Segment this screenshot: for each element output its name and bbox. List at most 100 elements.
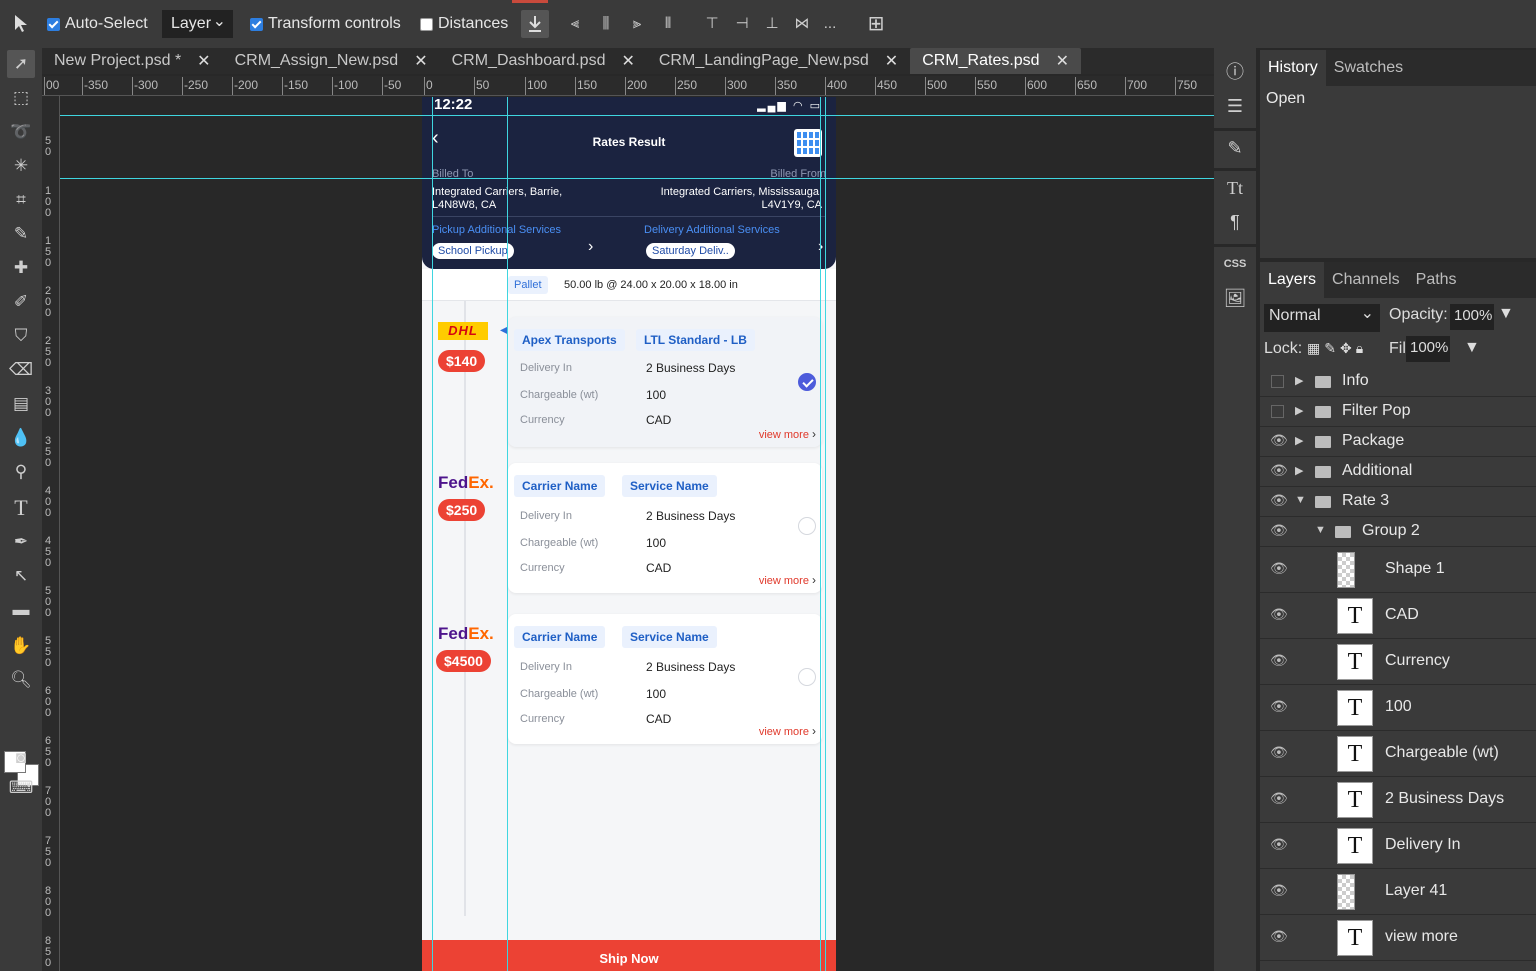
layer-row[interactable]: 👁︎ ▶ Package	[1260, 427, 1536, 457]
visibility-eye-icon[interactable]: 👁︎	[1270, 882, 1288, 899]
visibility-eye-icon[interactable]: 👁︎	[1270, 462, 1288, 479]
expand-arrow-icon[interactable]: ▶	[1295, 434, 1303, 447]
visibility-toggle[interactable]	[1271, 405, 1284, 418]
tab-crm-landingpage[interactable]: CRM_LandingPage_New.psd ✕	[647, 48, 910, 74]
layer-row[interactable]: 👁︎ Tview more	[1260, 915, 1536, 961]
distances-checkbox[interactable]	[420, 17, 433, 31]
layer-row[interactable]: 👁︎ T Chargeable (wt)	[1260, 731, 1536, 777]
align-top-icon[interactable]: ⊤	[700, 12, 724, 36]
layer-row[interactable]: 👁︎ T CAD	[1260, 593, 1536, 639]
crop-tool-icon[interactable]: ⌗	[7, 186, 35, 214]
rectangle-tool-icon[interactable]: ▬	[7, 596, 35, 624]
paragraph-icon[interactable]: ¶	[1221, 208, 1249, 236]
vertical-guide[interactable]	[825, 97, 826, 971]
tab-layers[interactable]: Layers	[1260, 262, 1325, 298]
layer-row[interactable]: 👁︎ ▼ Group 2	[1260, 517, 1536, 547]
close-icon[interactable]: ✕	[885, 51, 898, 71]
align-right-icon[interactable]: ⫸	[625, 12, 649, 36]
quick-mask-icon[interactable]: ◙	[7, 744, 35, 772]
tab-crm-rates[interactable]: CRM_Rates.psd ✕	[910, 48, 1081, 74]
transform-controls-option[interactable]: Transform controls	[250, 15, 401, 33]
vertical-ruler[interactable]: 50 100 150 200 250 300 350 400 450 500 550 600 650 70…	[42, 96, 60, 971]
zoom-tool-icon[interactable]: 🔍︎	[7, 666, 35, 694]
dodge-tool-icon[interactable]: ⚲	[7, 458, 35, 486]
close-icon[interactable]: ✕	[621, 51, 634, 71]
layer-row[interactable]: 👁︎ Shape 1	[1260, 547, 1536, 593]
opacity-input[interactable]: 100%	[1450, 304, 1494, 330]
download-icon[interactable]	[521, 10, 549, 38]
view-more-link[interactable]: view more ›	[759, 427, 816, 441]
blur-tool-icon[interactable]: 💧	[7, 424, 35, 452]
delivery-service-chip[interactable]: Saturday Deliv..	[646, 243, 735, 259]
layer-select-dropdown[interactable]: Layer	[162, 10, 233, 38]
adjustments-icon[interactable]: ☰	[1221, 92, 1249, 120]
tab-crm-assign[interactable]: CRM_Assign_New.psd ✕	[223, 48, 440, 74]
visibility-eye-icon[interactable]: 👁︎	[1270, 744, 1288, 761]
view-more-link[interactable]: view more ›	[759, 724, 816, 738]
visibility-toggle[interactable]	[1271, 375, 1284, 388]
expand-arrow-icon[interactable]: ▶	[1295, 404, 1303, 417]
expand-arrow-icon[interactable]: ▶	[1295, 464, 1303, 477]
fill-dropdown-icon[interactable]: ▼	[1464, 339, 1480, 357]
character-icon[interactable]: Tt	[1221, 174, 1249, 202]
layer-row[interactable]: 👁︎ T Delivery In	[1260, 823, 1536, 869]
collapse-arrow-icon[interactable]: ▼	[1295, 494, 1306, 506]
path-select-tool-icon[interactable]: ↖	[7, 562, 35, 590]
more-options-button[interactable]: ...	[818, 12, 842, 36]
move-tool-icon[interactable]	[12, 13, 34, 40]
layer-row[interactable]: 👁︎ ▶ Additional	[1260, 457, 1536, 487]
rate-card[interactable]: Carrier Name Service Name Delivery In 2 …	[508, 463, 822, 593]
layer-row[interactable]: 👁︎ ▼ Rate 3	[1260, 487, 1536, 517]
visibility-eye-icon[interactable]: 👁︎	[1270, 432, 1288, 449]
distances-option[interactable]: Distances	[420, 15, 508, 33]
history-item[interactable]: Open	[1260, 86, 1536, 112]
blend-mode-select[interactable]: Normal	[1264, 303, 1380, 332]
horizontal-guide[interactable]	[60, 178, 1214, 179]
lasso-tool-icon[interactable]: ➰	[7, 118, 35, 146]
keyboard-icon[interactable]: ⌨	[7, 774, 35, 802]
eyedropper-tool-icon[interactable]: ✎	[7, 220, 35, 248]
rate-select-radio[interactable]	[798, 517, 816, 535]
visibility-eye-icon[interactable]: 👁︎	[1270, 606, 1288, 623]
align-middle-v-icon[interactable]: ⊣	[730, 12, 754, 36]
hand-tool-icon[interactable]: ✋	[7, 632, 35, 660]
clone-stamp-tool-icon[interactable]: ⛉	[7, 322, 35, 350]
rate-card[interactable]: Carrier Name Service Name Delivery In 2 …	[508, 614, 822, 744]
lock-icons[interactable]: ▦✎✥🔒︎	[1307, 340, 1367, 357]
opacity-dropdown-icon[interactable]: ▼	[1498, 305, 1514, 323]
visibility-eye-icon[interactable]: 👁︎	[1270, 492, 1288, 509]
layer-row[interactable]: ▶ Info	[1260, 367, 1536, 397]
pen-tool-icon[interactable]: ✒	[7, 528, 35, 556]
image-icon[interactable]: 🖼︎	[1221, 284, 1249, 312]
close-icon[interactable]: ✕	[414, 51, 427, 71]
grid-menu-icon[interactable]	[794, 129, 822, 157]
vertical-guide[interactable]	[432, 97, 433, 971]
distribute-v-icon[interactable]: ⋈	[790, 12, 814, 36]
rate-card[interactable]: Apex Transports LTL Standard - LB Delive…	[508, 317, 822, 447]
tab-paths[interactable]: Paths	[1408, 262, 1465, 298]
pickup-service-chip[interactable]: School Pickup	[432, 243, 514, 259]
align-center-h-icon[interactable]: ⫼	[594, 12, 618, 36]
workspace-layout-icon[interactable]: ⊞	[864, 12, 888, 36]
close-icon[interactable]: ✕	[197, 51, 210, 71]
horizontal-ruler[interactable]: 00 -350 -300 -250 -200 -150 -100 -50 0 50 100 150 20…	[42, 76, 1214, 96]
view-more-link[interactable]: view more ›	[759, 573, 816, 587]
auto-select-option[interactable]: Auto-Select	[47, 15, 148, 33]
rate-select-radio[interactable]	[798, 373, 816, 391]
gradient-tool-icon[interactable]: ▤	[7, 390, 35, 418]
visibility-eye-icon[interactable]: 👁︎	[1270, 522, 1288, 539]
layer-row[interactable]: 👁︎ T 2 Business Days	[1260, 777, 1536, 823]
layer-row[interactable]: 👁︎ T Currency	[1260, 639, 1536, 685]
layer-row[interactable]: 👁︎ Layer 41	[1260, 869, 1536, 915]
align-bottom-icon[interactable]: ⊥	[760, 12, 784, 36]
distribute-h-icon[interactable]: ⦀	[656, 12, 680, 36]
type-tool-icon[interactable]: T	[7, 494, 35, 522]
close-icon[interactable]: ✕	[1056, 51, 1069, 71]
align-left-icon[interactable]: ⫷	[563, 12, 587, 36]
css-icon[interactable]: CSS	[1221, 258, 1249, 270]
visibility-eye-icon[interactable]: 👁︎	[1270, 560, 1288, 577]
canvas-area[interactable]: 12:22 ▂▄▆ ◠ ▭ ‹ Rates Result Billed To I…	[60, 97, 1214, 971]
move-tool-icon[interactable]: ➚	[7, 50, 35, 78]
visibility-eye-icon[interactable]: 👁︎	[1270, 790, 1288, 807]
eraser-tool-icon[interactable]: ⌫	[7, 356, 35, 384]
